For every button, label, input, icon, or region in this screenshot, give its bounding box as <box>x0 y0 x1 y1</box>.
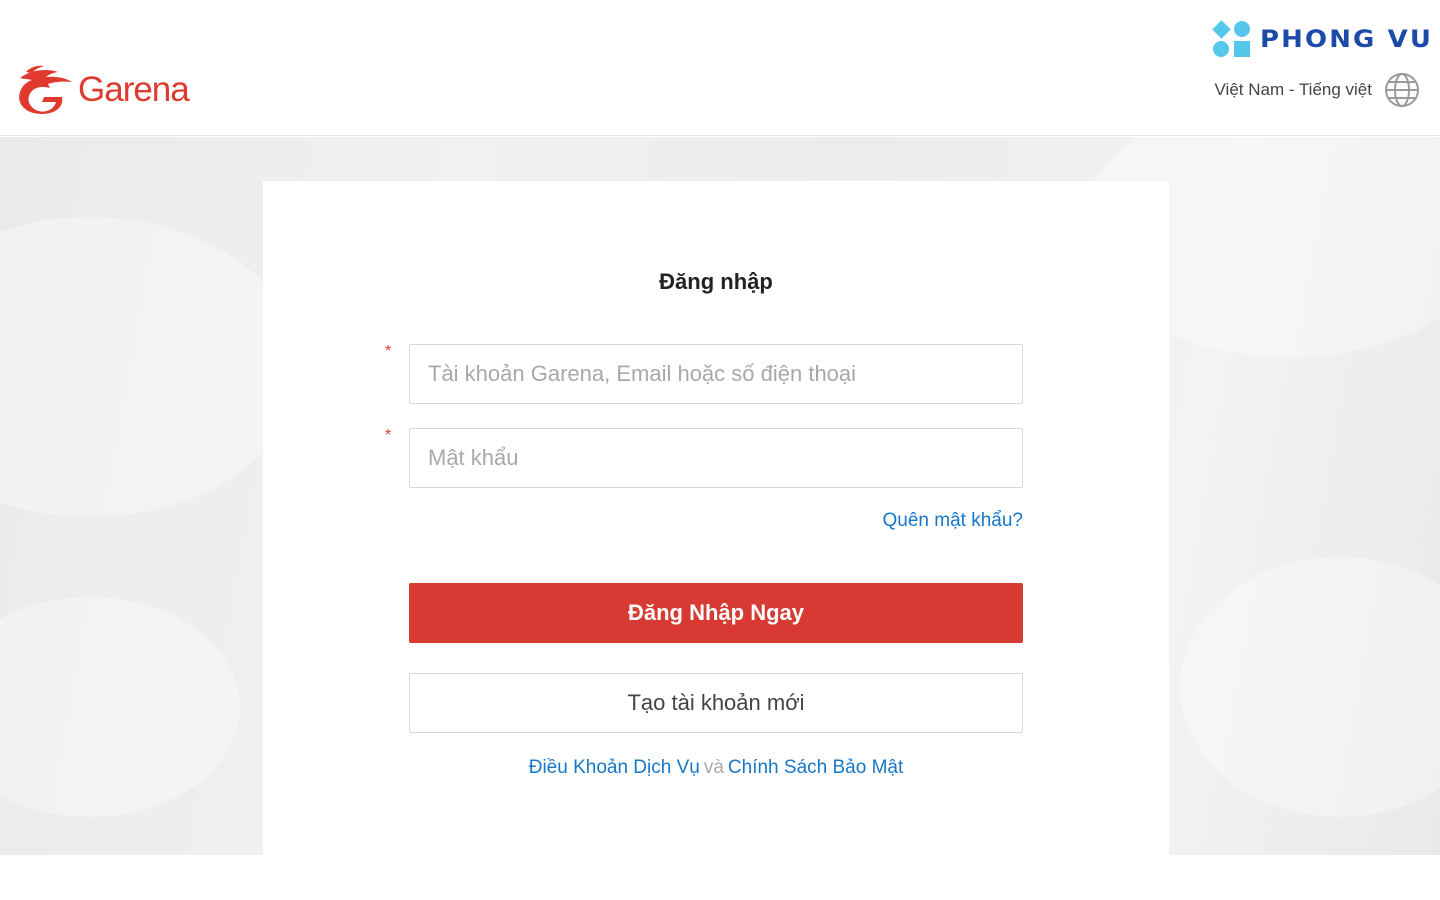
phong-vu-text: PHONG VU <box>1259 25 1433 53</box>
phong-vu-mark-icon <box>1212 20 1252 58</box>
create-account-button[interactable]: Tạo tài khoản mới <box>409 673 1023 733</box>
garena-logo[interactable]: Garena <box>12 64 190 114</box>
language-label: Việt Nam - Tiếng việt <box>1214 80 1372 99</box>
and-text: và <box>703 757 724 778</box>
account-required-marker: * <box>385 343 392 360</box>
terms-of-service-link[interactable]: Điều Khoản Dịch Vụ <box>529 757 700 778</box>
legal-links: Điều Khoản Dịch Vụ và Chính Sách Bảo Mật <box>263 757 1169 779</box>
privacy-policy-link[interactable]: Chính Sách Bảo Mật <box>728 757 903 778</box>
password-required-marker: * <box>385 427 392 444</box>
login-button[interactable]: Đăng Nhập Ngay <box>409 583 1023 643</box>
globe-icon <box>1385 73 1419 107</box>
garena-brand-text: Garena <box>78 69 190 109</box>
garena-dragon-icon <box>19 65 72 114</box>
login-title: Đăng nhập <box>659 269 773 294</box>
language-selector[interactable]: Việt Nam - Tiếng việt <box>1215 72 1420 108</box>
password-input[interactable] <box>409 428 1023 488</box>
forgot-password-link[interactable]: Quên mật khẩu? <box>883 510 1023 532</box>
account-input[interactable] <box>409 344 1023 404</box>
login-card: Đăng nhập * * Quên mật khẩu? Đăng Nhập N… <box>263 181 1169 855</box>
phong-vu-logo: PHONG VU <box>1212 20 1431 58</box>
top-header: Garena PHONG VU Việt Nam - Tiếng việt <box>0 0 1440 136</box>
